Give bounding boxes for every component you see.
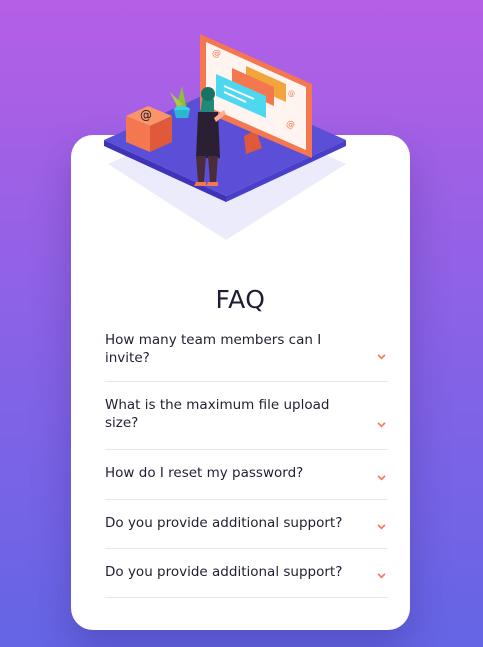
page-title: FAQ: [215, 285, 266, 314]
faq-item[interactable]: How do I reset my password?: [105, 464, 388, 500]
faq-item[interactable]: Do you provide additional support?: [105, 563, 388, 598]
faq-question[interactable]: Do you provide additional support?: [105, 514, 357, 532]
faq-question[interactable]: How many team members can I invite?: [105, 331, 357, 367]
faq-question[interactable]: What is the maximum file upload size?: [105, 396, 357, 432]
faq-list: How many team members can I invite? What…: [105, 331, 388, 598]
svg-text:@: @: [140, 108, 152, 122]
faq-question[interactable]: Do you provide additional support?: [105, 563, 357, 581]
faq-illustration: @ @ @ @: [104, 34, 346, 240]
svg-text:@: @: [286, 120, 295, 130]
chevron-down-icon[interactable]: [377, 354, 386, 360]
faq-question[interactable]: How do I reset my password?: [105, 464, 357, 482]
svg-text:@: @: [212, 49, 221, 59]
chevron-down-icon[interactable]: [377, 475, 386, 481]
chevron-down-icon[interactable]: [377, 573, 386, 579]
faq-item[interactable]: How many team members can I invite?: [105, 331, 388, 382]
faq-item[interactable]: What is the maximum file upload size?: [105, 396, 388, 450]
svg-text:@: @: [288, 90, 295, 98]
chevron-down-icon[interactable]: [377, 524, 386, 530]
chevron-down-icon[interactable]: [377, 422, 386, 428]
faq-item[interactable]: Do you provide additional support?: [105, 514, 388, 549]
